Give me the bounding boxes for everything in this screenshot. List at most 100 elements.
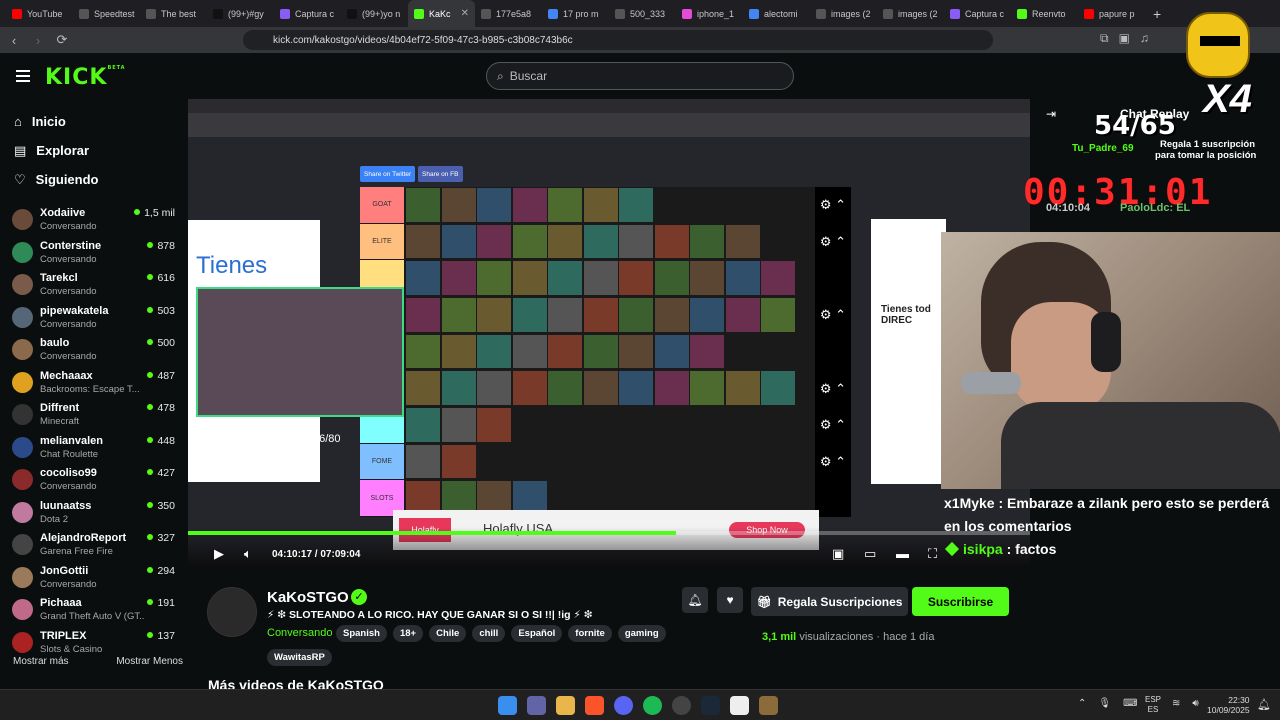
video-player[interactable]: Share on Twitter Share on FB GOAT ELITE FO… [188,99,1030,569]
browser-tab[interactable]: Captura c [274,0,341,27]
forward-icon[interactable]: › [28,33,48,48]
bell-icon[interactable]: 🔔︎ [682,587,708,613]
back-icon[interactable]: ‹ [4,33,24,48]
sidebar-streamer-item[interactable]: Pichaaa Grand Theft Auto V (GT... 191 [0,593,188,626]
new-tab-icon[interactable]: + [1145,6,1169,22]
viewer-count: 1,5 mil [134,207,175,219]
pip-icon[interactable]: ▣ [832,546,844,562]
obs-icon[interactable] [672,696,691,715]
brave-icon[interactable] [585,696,604,715]
browser-tab[interactable]: The best [140,0,207,27]
notification-bell-icon[interactable]: 🔔︎ [1257,698,1271,711]
taskbar-clock[interactable]: 22:30 10/09/2025 [1207,695,1250,715]
stream-tag[interactable]: Español [511,625,563,642]
sidebar-streamer-item[interactable]: cocoliso99 Conversando 427 [0,463,188,496]
browser-tab[interactable]: 177e5a8 [475,0,542,27]
streamer-category: Minecraft [40,416,80,427]
show-less-link[interactable]: Mostrar Menos [116,656,183,667]
browser-tab[interactable]: 500_333 [609,0,676,27]
mic-icon[interactable]: 🎙︎ [1098,698,1111,709]
subscribe-button[interactable]: Suscribirse [912,587,1009,616]
menu-icon[interactable] [16,70,30,82]
sidebar-streamer-item[interactable]: pipewakatela Conversando 503 [0,301,188,334]
browser-tab[interactable]: (99+)#gy [207,0,274,27]
volume-icon[interactable]: 🔈︎ [244,546,252,562]
address-bar[interactable]: kick.com/kakostgo/videos/4b04ef72-5f09-4… [243,30,993,50]
sidebar-streamer-item[interactable]: Mechaaax Backrooms: Escape T... 487 [0,366,188,399]
spotify-icon[interactable] [643,696,662,715]
streamer-category: Conversando [40,286,97,297]
nav-explorar[interactable]: ▤ Explorar [14,136,188,165]
theater-icon[interactable]: ▬ [896,546,909,561]
multiplier-overlay: X4 [1203,77,1252,121]
tab-label: 177e5a8 [496,8,532,19]
progress-bar[interactable] [188,531,1030,535]
sidebar-streamer-item[interactable]: Conterstine Conversando 878 [0,236,188,269]
archive-icon[interactable] [759,696,778,715]
search-input[interactable]: ⌕ Buscar [486,62,794,90]
play-icon[interactable]: ▶ [214,546,224,562]
fullscreen-icon[interactable]: ⛶ [928,546,937,562]
file-explorer-icon[interactable] [556,696,575,715]
kick-logo[interactable]: KICKBETA [45,65,126,90]
keyboard-icon[interactable]: ⌨ [1123,698,1137,709]
show-more-link[interactable]: Mostrar más [13,656,69,667]
clip-icon[interactable]: ▭ [864,546,876,562]
sidebar-streamer-item[interactable]: baulo Conversando 500 [0,333,188,366]
tier-item-thumbnail [761,261,795,295]
browser-tab[interactable]: images (2 [810,0,877,27]
browser-tab[interactable]: YouTube [6,0,73,27]
streamer-name: Pichaaa [40,597,82,609]
sidebar-streamer-item[interactable]: Diffrent Minecraft 478 [0,398,188,431]
browser-tab[interactable]: (99+)yo n [341,0,408,27]
nav-inicio[interactable]: ⌂ Inicio [14,107,188,136]
stream-tag[interactable]: fornite [568,625,612,642]
browser-tab[interactable]: Captura c [944,0,1011,27]
sidepanel-icon[interactable]: ▣ [1119,31,1130,46]
speaker-icon[interactable]: 🔊︎ [1192,698,1198,709]
language-indicator[interactable]: ESP ES [1145,695,1161,715]
sidebar-streamer-item[interactable]: luunaatss Dota 2 350 [0,496,188,529]
stream-category[interactable]: Conversando [267,627,332,639]
browser-tab[interactable]: Reenvto [1011,0,1078,27]
browser-tab[interactable]: papure p [1078,0,1145,27]
browser-tab[interactable]: KaKc ✕ [408,0,475,27]
gift-subs-button[interactable]: 🎁︎ Regala Suscripciones [751,587,908,616]
reload-icon[interactable]: ⟳ [52,32,72,48]
wifi-icon[interactable]: ≋ [1172,698,1180,709]
sidebar-streamer-item[interactable]: Tarekcl Conversando 616 [0,268,188,301]
stream-tag[interactable]: Chile [429,625,467,642]
media-icon[interactable]: ♫ [1140,31,1149,46]
meet-icon[interactable] [527,696,546,715]
steam-icon[interactable] [701,696,720,715]
sidebar-streamer-item[interactable]: AlejandroReport Garena Free Fire 327 [0,528,188,561]
stream-tag[interactable]: Spanish [336,625,387,642]
tier-item-thumbnail [654,334,689,369]
sidebar-streamer-item[interactable]: melianvalen Chat Roulette 448 [0,431,188,464]
start-icon[interactable] [498,696,517,715]
tab-label: images (2 [898,8,938,19]
discord-icon[interactable] [614,696,633,715]
nav-siguiendo[interactable]: ♡ Siguiendo [14,165,188,194]
browser-tab[interactable]: alectomi [743,0,810,27]
extensions-icon[interactable]: ⧉ [1100,31,1109,46]
streamer-name: Tarekcl [40,272,78,284]
channel-name[interactable]: KaKoSTGO [267,589,349,606]
channel-avatar[interactable] [207,587,257,637]
stream-tag[interactable]: chill [472,625,506,642]
browser-tab[interactable]: Speedtest [73,0,140,27]
close-tab-icon[interactable]: ✕ [461,8,469,19]
collapse-chat-icon[interactable]: ⇥ [1046,107,1056,121]
stream-tag[interactable]: 18+ [392,625,424,642]
sidebar-streamer-item[interactable]: TRIPLEX Slots & Casino 137 [0,626,188,659]
browser-tab[interactable]: 17 pro m [542,0,609,27]
tray-chevron-icon[interactable]: ⌃ [1078,698,1086,709]
sidebar-streamer-item[interactable]: JonGottii Conversando 294 [0,561,188,594]
tag-extra[interactable]: WawitasRP [267,649,332,666]
browser-tab[interactable]: images (2 [877,0,944,27]
follow-heart-icon[interactable]: ♥ [717,587,743,613]
notepad-icon[interactable] [730,696,749,715]
sidebar-streamer-item[interactable]: Xodaiive Conversando 1,5 mil [0,203,188,236]
stream-tag[interactable]: gaming [617,625,666,642]
browser-tab[interactable]: iphone_1 [676,0,743,27]
